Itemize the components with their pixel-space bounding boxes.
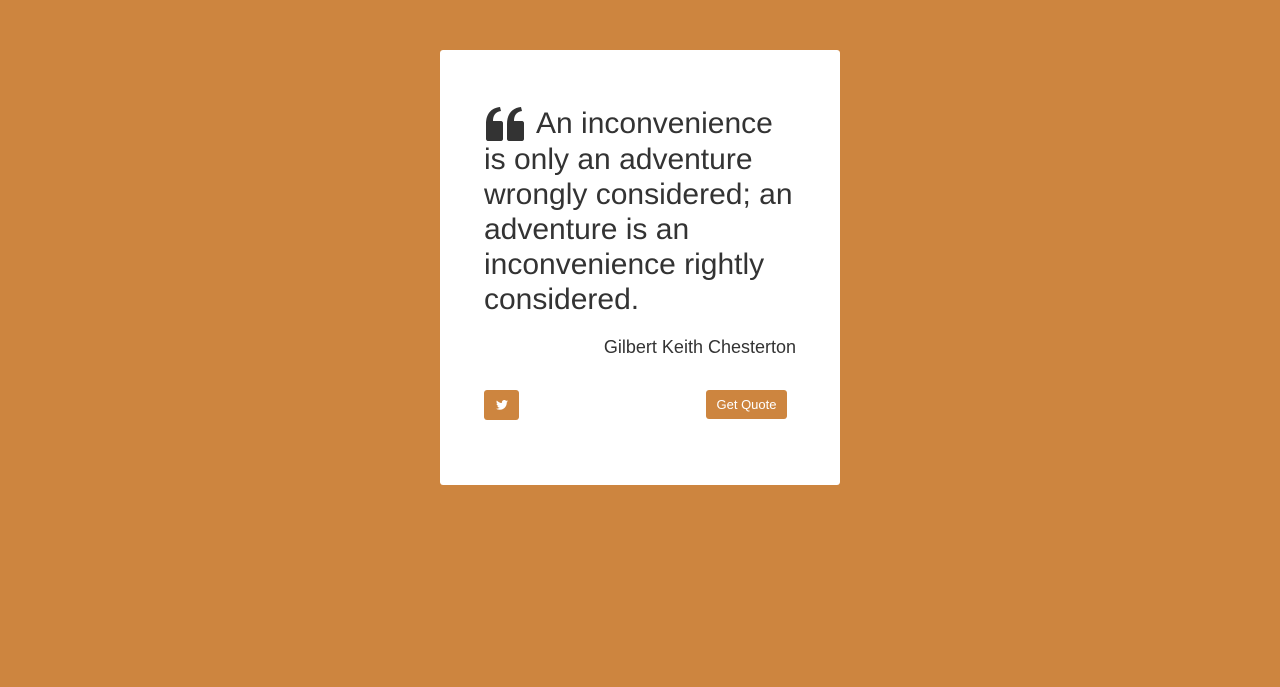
quote-text: An inconvenience is only an adventure wr… [484,107,793,316]
get-quote-button[interactable]: Get Quote [706,390,787,419]
quote-author: Gilbert Keith Chesterton [603,337,796,357]
quote-text-block: An inconvenience is only an adventure wr… [484,106,796,317]
action-row: Get Quote [484,390,796,422]
twitter-icon [495,400,508,410]
quote-card: An inconvenience is only an adventure wr… [440,50,840,485]
quote-left-icon [484,106,526,142]
tweet-quote-button[interactable] [484,390,519,420]
